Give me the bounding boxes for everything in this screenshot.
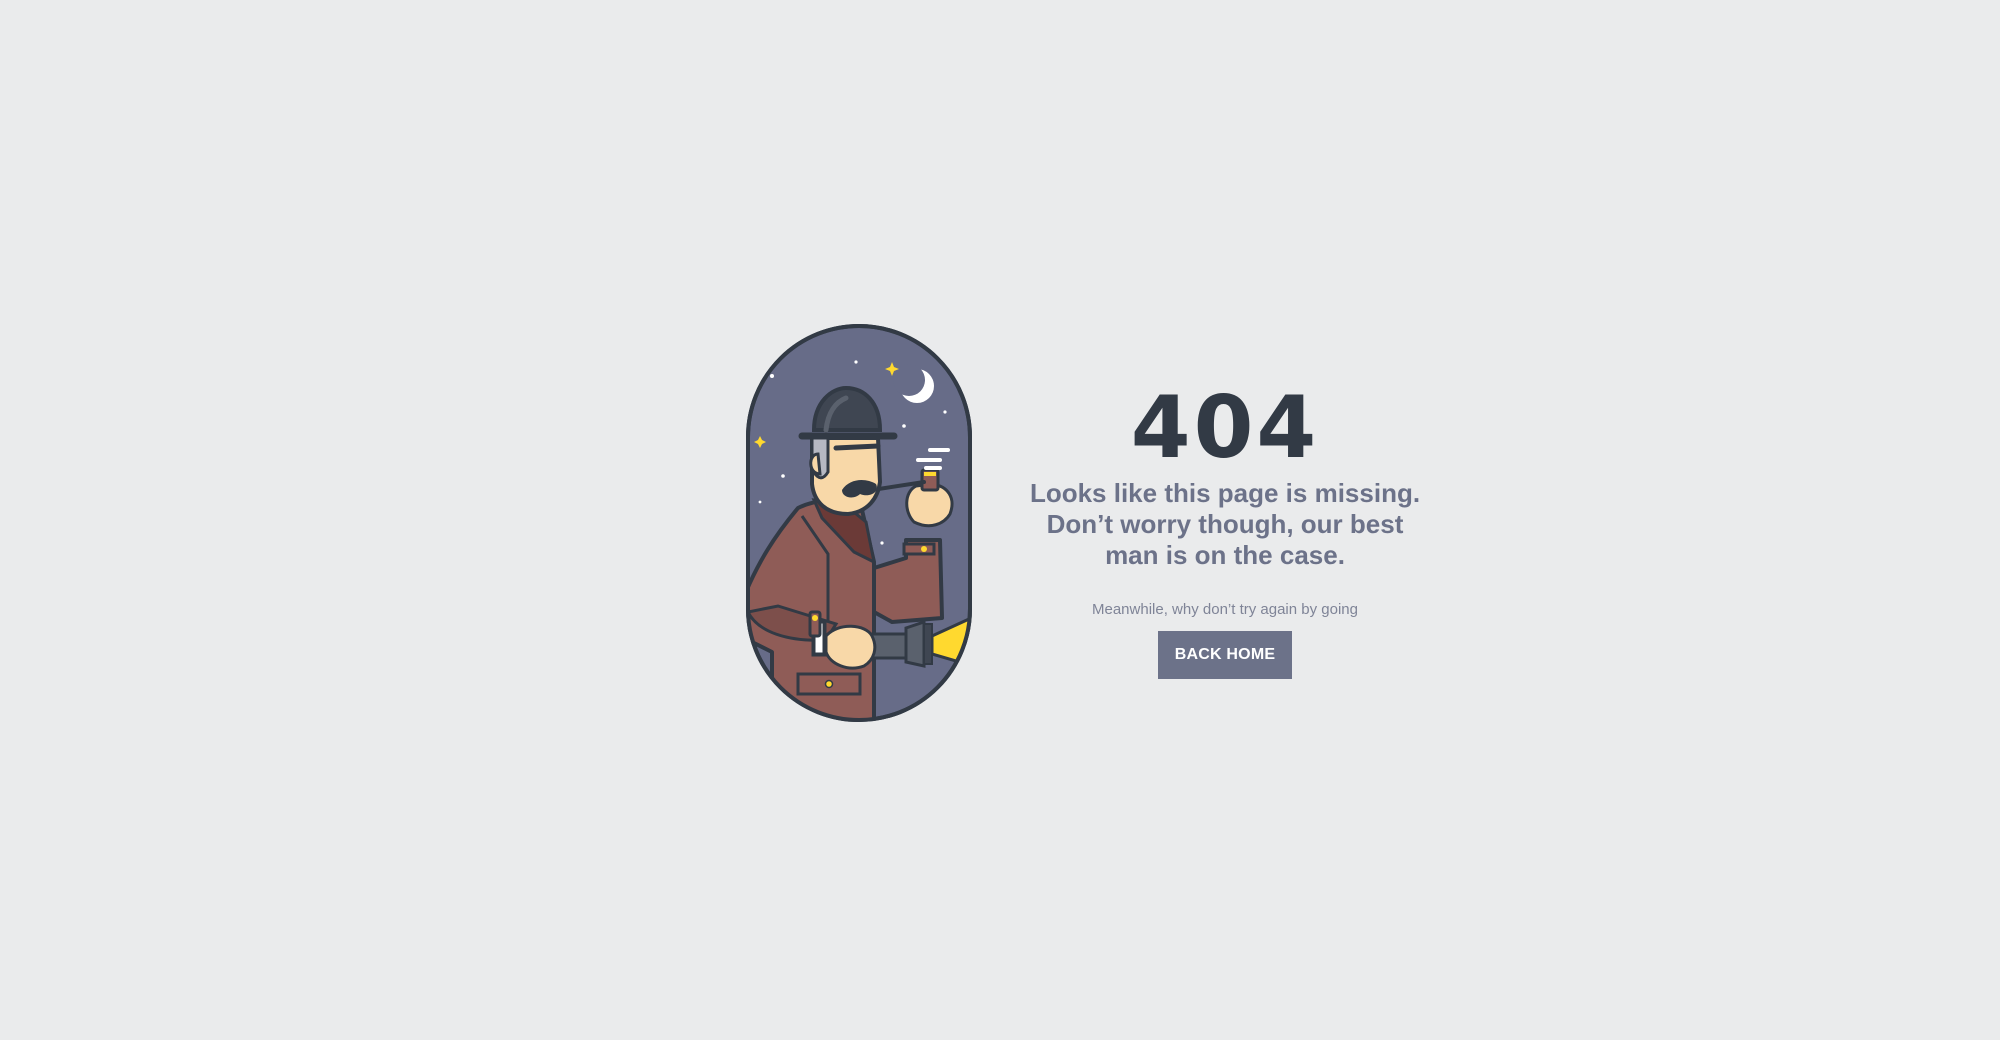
detective-illustration [746,324,972,722]
error-message-line: Looks like this page is missing. [1029,478,1421,508]
suggestion-text: Meanwhile, why don’t try again by going [1092,601,1358,618]
error-code: 404 [1130,378,1320,478]
error-content: 404 Looks like this page is missing. Don… [1025,380,1425,679]
error-message-line: Don’t worry though, our best [1046,509,1404,539]
error-page: 404 Looks like this page is missing. Don… [0,0,2000,1040]
error-message-line: man is on the case. [1105,540,1345,570]
error-message: Looks like this page is missing. Don’t w… [1025,478,1425,571]
back-home-button[interactable]: BACK HOME [1158,631,1292,679]
flashlight-hand [824,624,877,670]
